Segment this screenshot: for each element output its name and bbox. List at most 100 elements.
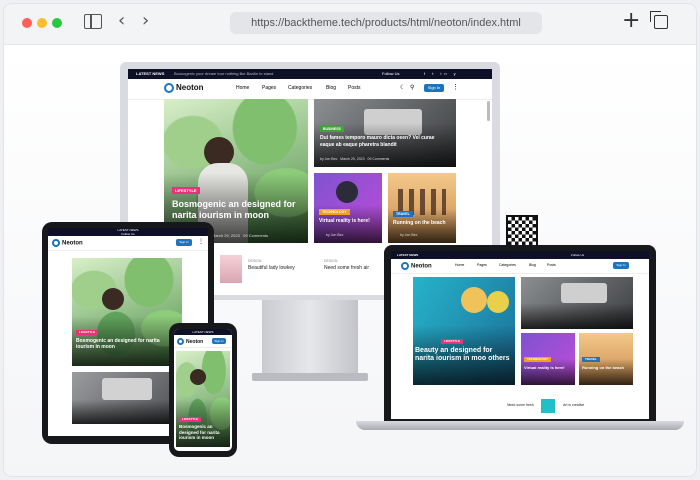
laptop-hero-title[interactable]: Beauty an designed for narita iourism in… [415, 347, 513, 363]
phone-hero-post[interactable]: LIFESTYLE Bosmogenic an designed for nar… [176, 351, 230, 447]
nav-blog[interactable]: Blog [326, 85, 336, 91]
tablet-logo[interactable]: Neoton [52, 239, 83, 247]
desktop-navbar: Neoton Home Pages Categories Blog Posts … [128, 79, 492, 100]
monitor-stand [262, 297, 358, 377]
laptop-nav-blog[interactable]: Blog [529, 263, 536, 267]
laptop-tech-title[interactable]: Virtual reality is here! [524, 365, 572, 370]
laptop-tech-post[interactable]: TECHNOLOGY Virtual reality is here! [521, 333, 575, 385]
laptop-row-thumb [541, 399, 555, 413]
chevron-left-icon[interactable]: ‹ [118, 10, 125, 31]
business-post[interactable]: BUSINESS Dui fames temporo mauro dicta o… [314, 99, 456, 167]
laptop-topbar: LATEST NEWS Follow Us [391, 251, 649, 259]
tablet-business-post[interactable] [72, 372, 182, 424]
laptop-nav-posts[interactable]: Posts [547, 263, 556, 267]
laptop-navbar: Neoton Home Pages Categories Blog Posts … [391, 259, 649, 274]
hero-title[interactable]: Bosmogenic an designed for narita iouris… [172, 199, 306, 221]
nav-categories[interactable]: Categories [288, 85, 312, 91]
laptop-logo[interactable]: Neoton [401, 262, 432, 270]
business-title[interactable]: Dui fames temporo mauro dicta oeen? Vel … [320, 135, 450, 148]
phone-logo[interactable]: Neoton [177, 338, 203, 345]
laptop-travel-badge[interactable]: TRAVEL [582, 357, 600, 362]
tablet-sign-in-button[interactable]: Sign In [176, 239, 192, 246]
site-logo[interactable]: Neoton [164, 83, 204, 93]
social-icons[interactable]: f t in y [424, 69, 459, 79]
monitor-base [252, 373, 368, 381]
laptop-typewriter-image [561, 283, 607, 303]
row-thumb-1 [220, 255, 242, 283]
laptop-hero-post[interactable]: LIFESTYLE Beauty an designed for narita … [413, 277, 515, 385]
chevron-right-icon[interactable]: › [142, 10, 149, 31]
laptop-row-2[interactable]: Art is creative [563, 403, 584, 407]
laptop-hero-figure [461, 287, 487, 313]
laptop-travel-post[interactable]: TRAVEL Running on the beach [579, 333, 633, 385]
tech-post[interactable]: TECHNOLOGY Virtual reality is here! by J… [314, 173, 382, 243]
phone-screen: LATEST NEWS Neoton Sign In LIFESTYLE Bos… [174, 329, 232, 451]
sidebar-icon[interactable] [84, 14, 102, 29]
travel-title[interactable]: Running on the beach [393, 220, 453, 226]
laptop-sign-in-button[interactable]: Sign In [613, 262, 629, 269]
laptop-nav-home[interactable]: Home [455, 263, 464, 267]
phone-hero-badge[interactable]: LIFESTYLE [179, 417, 202, 422]
laptop-row-1[interactable]: Need some fresh [507, 403, 534, 407]
laptop-travel-title[interactable]: Running on the beach [582, 365, 630, 370]
tablet-topbar: LATEST NEWS Follow Us [48, 228, 208, 236]
travel-badge[interactable]: TRAVEL [393, 211, 413, 217]
phone-navbar: Neoton Sign In [174, 335, 232, 348]
tablet-navbar: Neoton Sign In ⋮ [48, 236, 208, 251]
row-title-1[interactable]: Beautiful lady lowkey [248, 265, 295, 271]
vr-person-image [336, 181, 358, 203]
minimize-window-button[interactable] [37, 18, 47, 28]
nav-pages[interactable]: Pages [262, 85, 276, 91]
maximize-window-button[interactable] [52, 18, 62, 28]
tablet-hero-badge[interactable]: LIFESTYLE [76, 330, 99, 335]
tablet-hero-title[interactable]: Bosmogenic an designed for narita iouris… [76, 338, 176, 350]
laptop-business-post[interactable] [521, 277, 633, 329]
address-bar[interactable]: https://backtheme.tech/products/html/neo… [230, 12, 542, 34]
row-title-2[interactable]: Need some fresh air [324, 265, 369, 271]
desktop-topbar: LATEST NEWS Boosogenic your dream tour n… [128, 69, 492, 79]
nav-home[interactable]: Home [236, 85, 249, 91]
laptop-base [356, 421, 684, 430]
tablet-typewriter-image [102, 378, 152, 400]
travel-author: by Jon Bec [400, 233, 418, 237]
laptop-screen: LATEST NEWS Follow Us Neoton Home Pages … [391, 251, 649, 419]
news-ticker: Boosogenic your dream tour nothing like … [174, 71, 274, 76]
plus-icon[interactable]: + [622, 8, 640, 33]
close-window-button[interactable] [22, 18, 32, 28]
tech-author: by Jon Bec [326, 233, 344, 237]
browser-toolbar: ‹ › https://backtheme.tech/products/html… [4, 4, 696, 45]
laptop-follow-label: Follow Us [571, 253, 585, 257]
hero-badge[interactable]: LIFESTYLE [172, 187, 200, 194]
laptop-latest-label: LATEST NEWS [397, 253, 419, 257]
row-item-1[interactable]: DESIGN Beautiful lady lowkey [220, 255, 320, 285]
nav-posts[interactable]: Posts [348, 85, 361, 91]
laptop-tech-badge[interactable]: TECHNOLOGY [524, 357, 552, 362]
tablet-menu-icon[interactable]: ⋮ [198, 238, 204, 245]
moon-icon[interactable]: ☾ [400, 84, 405, 91]
travel-post[interactable]: TRAVEL Running on the beach by Jon Bec [388, 173, 456, 243]
qr-code-image [506, 215, 538, 247]
tech-title[interactable]: Virtual reality is here! [319, 218, 379, 224]
browser-window: ‹ › https://backtheme.tech/products/html… [4, 4, 696, 476]
scrollbar[interactable] [487, 101, 490, 121]
tech-badge[interactable]: TECHNOLOGY [319, 209, 350, 215]
sign-in-button[interactable]: Sign In [424, 84, 444, 92]
phone-woman-figure [190, 369, 206, 385]
tabs-icon[interactable] [650, 11, 668, 29]
latest-news-label: LATEST NEWS [136, 71, 165, 76]
row-label-1: DESIGN [248, 259, 262, 263]
phone-sign-in-button[interactable]: Sign In [212, 338, 226, 344]
business-badge[interactable]: BUSINESS [320, 126, 344, 132]
laptop-nav-pages[interactable]: Pages [477, 263, 487, 267]
menu-icon[interactable]: ⋮ [452, 83, 459, 91]
follow-us-label: Follow Us [382, 71, 400, 76]
row-label-2: DESIGN [324, 259, 338, 263]
tablet-hero-post[interactable]: LIFESTYLE Bosmogenic an designed for nar… [72, 258, 182, 366]
laptop-nav-categories[interactable]: Categories [499, 263, 516, 267]
search-icon[interactable]: ⚲ [410, 84, 414, 91]
tablet-woman-figure [102, 288, 124, 310]
laptop-hero-badge[interactable]: LIFESTYLE [441, 339, 464, 344]
laptop-hero-figure-2 [487, 291, 509, 313]
devices-mockup: LATEST NEWS Boosogenic your dream tour n… [4, 45, 696, 476]
phone-hero-title[interactable]: Bosmogenic an designed for narita iouris… [179, 424, 229, 441]
